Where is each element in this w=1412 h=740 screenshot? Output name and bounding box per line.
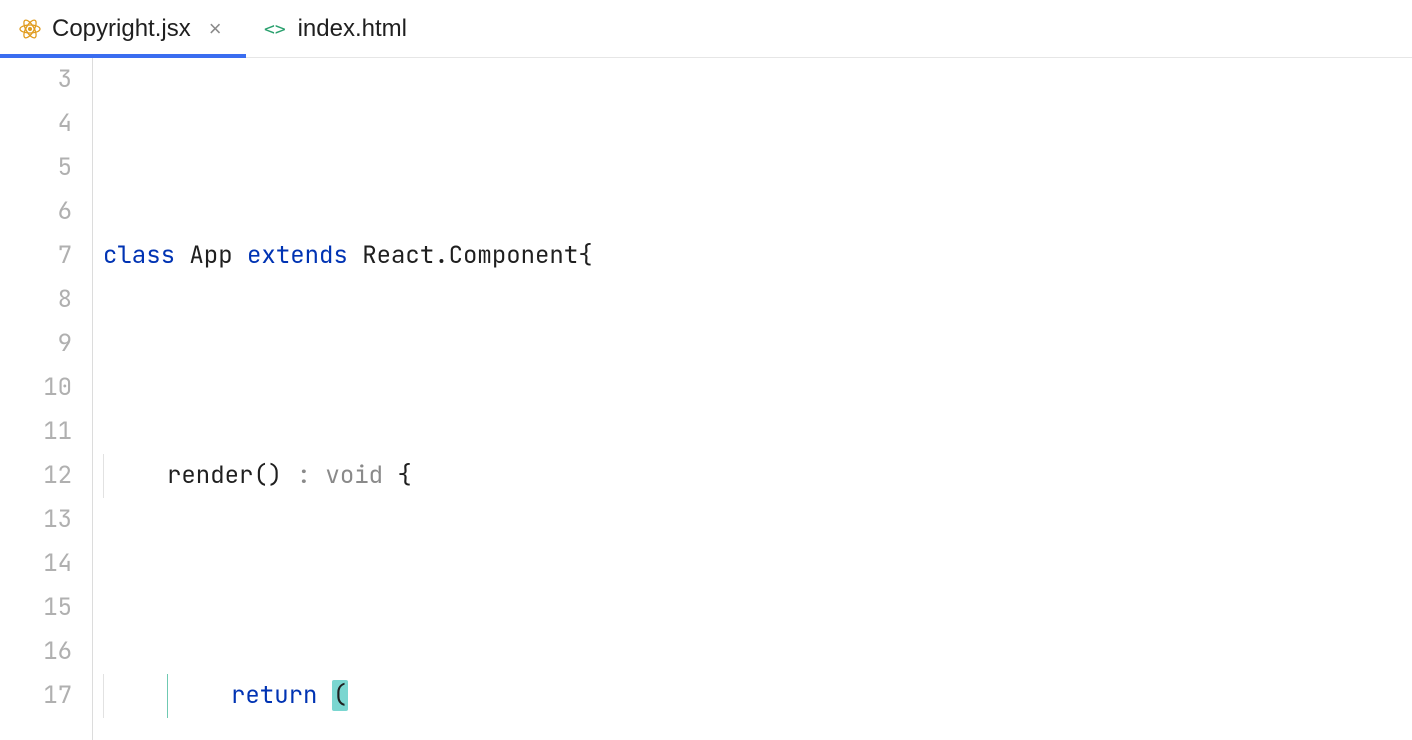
code-area[interactable]: class App extends React.Component{ rende… <box>92 58 1412 740</box>
line-number: 8 <box>0 278 72 322</box>
line-number: 5 <box>0 146 72 190</box>
inlay-hint: : void <box>282 460 397 491</box>
code-line[interactable]: return ( <box>103 674 1412 718</box>
identifier: render <box>167 460 253 491</box>
line-number: 4 <box>0 102 72 146</box>
tab-copyright-jsx[interactable]: Copyright.jsx × <box>0 0 246 57</box>
line-number: 10 <box>0 366 72 410</box>
punct: { <box>578 240 592 271</box>
line-number: 3 <box>0 58 72 102</box>
line-number: 6 <box>0 190 72 234</box>
tab-label: index.html <box>298 15 407 43</box>
html-icon: <> <box>264 17 288 41</box>
keyword: extends <box>247 240 348 271</box>
line-number: 16 <box>0 630 72 674</box>
keyword: class <box>103 240 175 271</box>
keyword: return <box>231 680 317 711</box>
tab-label: Copyright.jsx <box>52 15 191 43</box>
editor-tabs: Copyright.jsx × <> index.html <box>0 0 1412 58</box>
identifier: App <box>189 240 232 271</box>
line-number: 14 <box>0 542 72 586</box>
line-number: 13 <box>0 498 72 542</box>
punct: { <box>397 460 411 491</box>
code-line[interactable]: class App extends React.Component{ <box>103 234 1412 278</box>
svg-text:<>: <> <box>264 19 286 40</box>
code-editor[interactable]: 3 4 5 6 7 8 9 10 11 12 13 14 15 16 17 cl… <box>0 58 1412 740</box>
line-number: 12 <box>0 454 72 498</box>
line-number: 15 <box>0 586 72 630</box>
line-number: 7 <box>0 234 72 278</box>
line-number-gutter: 3 4 5 6 7 8 9 10 11 12 13 14 15 16 17 <box>0 58 92 740</box>
close-icon[interactable]: × <box>209 18 222 40</box>
bracket-match: ( <box>332 680 348 711</box>
identifier: React.Component <box>362 240 578 271</box>
line-number: 17 <box>0 674 72 718</box>
react-icon <box>18 17 42 41</box>
tab-index-html[interactable]: <> index.html <box>246 0 431 57</box>
punct: () <box>253 460 282 491</box>
line-number: 9 <box>0 322 72 366</box>
line-number: 11 <box>0 410 72 454</box>
code-line[interactable]: render() : void { <box>103 454 1412 498</box>
